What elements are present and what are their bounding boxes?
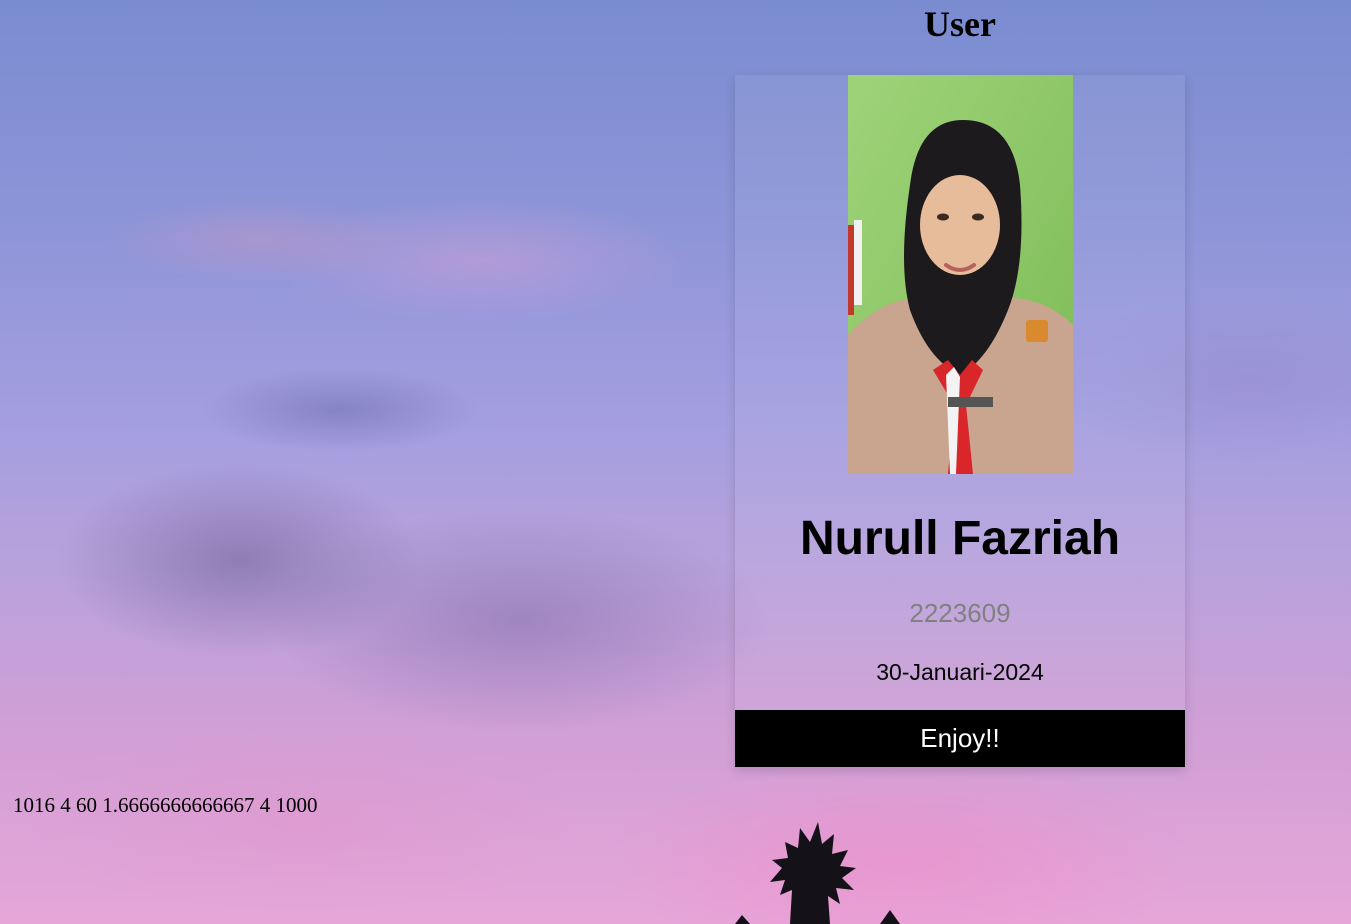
profile-date: 30-Januari-2024 <box>876 659 1044 685</box>
profile-name: Nurull Fazriah <box>799 512 1121 565</box>
tree-silhouette <box>735 822 900 924</box>
profile-card: Nurull Fazriah 2223609 30-Januari-2024 E… <box>735 75 1185 767</box>
profile-photo <box>848 75 1073 474</box>
enjoy-button[interactable]: Enjoy!! <box>735 710 1185 767</box>
debug-output: 1016 4 60 1.6666666666667 4 1000 <box>13 793 318 817</box>
page-title: User <box>924 4 996 44</box>
profile-id: 2223609 <box>909 598 1011 628</box>
